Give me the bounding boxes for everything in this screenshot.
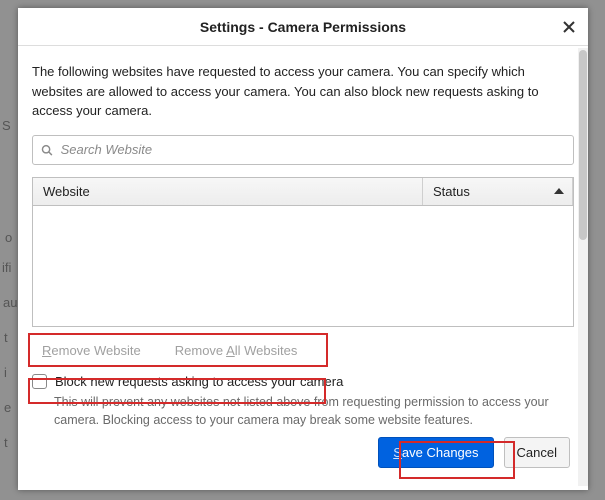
column-label: Website xyxy=(43,184,90,199)
bg-text: ifi xyxy=(2,260,11,275)
column-website[interactable]: Website xyxy=(33,178,423,205)
bg-text: t xyxy=(4,435,8,450)
mnemonic: R xyxy=(42,343,51,358)
table-body xyxy=(33,206,573,326)
modal-body: The following websites have requested to… xyxy=(18,46,588,490)
bg-text: S xyxy=(2,118,11,133)
description-text: The following websites have requested to… xyxy=(32,62,574,121)
block-requests-label: Block new requests asking to access your… xyxy=(55,374,343,389)
dialog-footer: Save Changes Cancel xyxy=(32,437,574,468)
bg-text: t xyxy=(4,330,8,345)
close-icon xyxy=(562,20,576,34)
sort-asc-icon xyxy=(554,188,564,194)
bg-text: i xyxy=(4,365,7,380)
label-text: emove xyxy=(184,343,226,358)
remove-website-button[interactable]: Remove Website xyxy=(32,337,151,364)
search-input[interactable] xyxy=(59,141,565,158)
remove-all-websites-button[interactable]: Remove All Websites xyxy=(165,337,308,364)
search-icon xyxy=(41,144,53,156)
label-text: ll Websites xyxy=(235,343,298,358)
mnemonic: A xyxy=(226,343,235,358)
mnemonic: S xyxy=(393,445,402,460)
column-label: Status xyxy=(433,184,470,199)
website-table: Website Status xyxy=(32,177,574,327)
settings-modal: Settings - Camera Permissions The follow… xyxy=(18,8,588,490)
titlebar: Settings - Camera Permissions xyxy=(18,8,588,46)
search-field[interactable] xyxy=(32,135,574,165)
bg-text: au xyxy=(3,295,17,310)
table-header: Website Status xyxy=(33,178,573,206)
modal-title: Settings - Camera Permissions xyxy=(200,19,406,35)
label-text: emove Website xyxy=(51,343,140,358)
cancel-button[interactable]: Cancel xyxy=(504,437,570,468)
block-requests-checkbox[interactable] xyxy=(32,374,47,389)
block-requests-hint: This will prevent any websites not liste… xyxy=(54,393,574,429)
label-text: ave Changes xyxy=(402,445,479,460)
column-status[interactable]: Status xyxy=(423,178,573,205)
bg-text: o xyxy=(5,230,12,245)
bg-text: e xyxy=(4,400,11,415)
remove-buttons-row: Remove Website Remove All Websites xyxy=(32,337,574,364)
block-requests-row[interactable]: Block new requests asking to access your… xyxy=(32,374,574,389)
label-text: R xyxy=(175,343,184,358)
close-button[interactable] xyxy=(556,14,582,40)
save-changes-button[interactable]: Save Changes xyxy=(378,437,493,468)
